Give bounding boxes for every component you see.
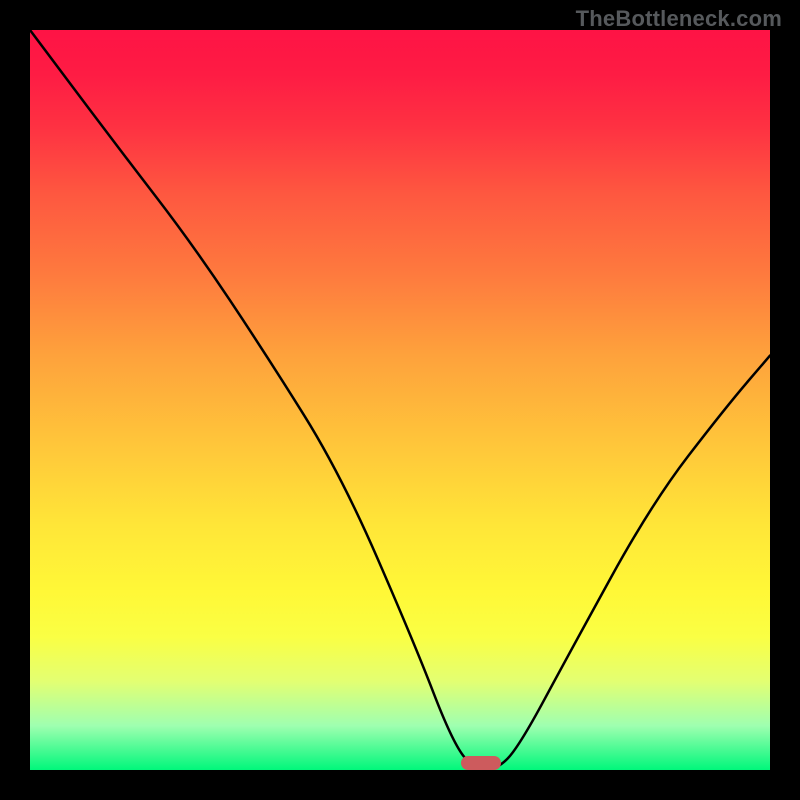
plot-area <box>30 30 770 770</box>
curve-path <box>30 30 770 770</box>
chart-frame: TheBottleneck.com <box>0 0 800 800</box>
watermark-text: TheBottleneck.com <box>576 6 782 32</box>
optimal-marker <box>461 756 501 770</box>
bottleneck-curve <box>30 30 770 770</box>
